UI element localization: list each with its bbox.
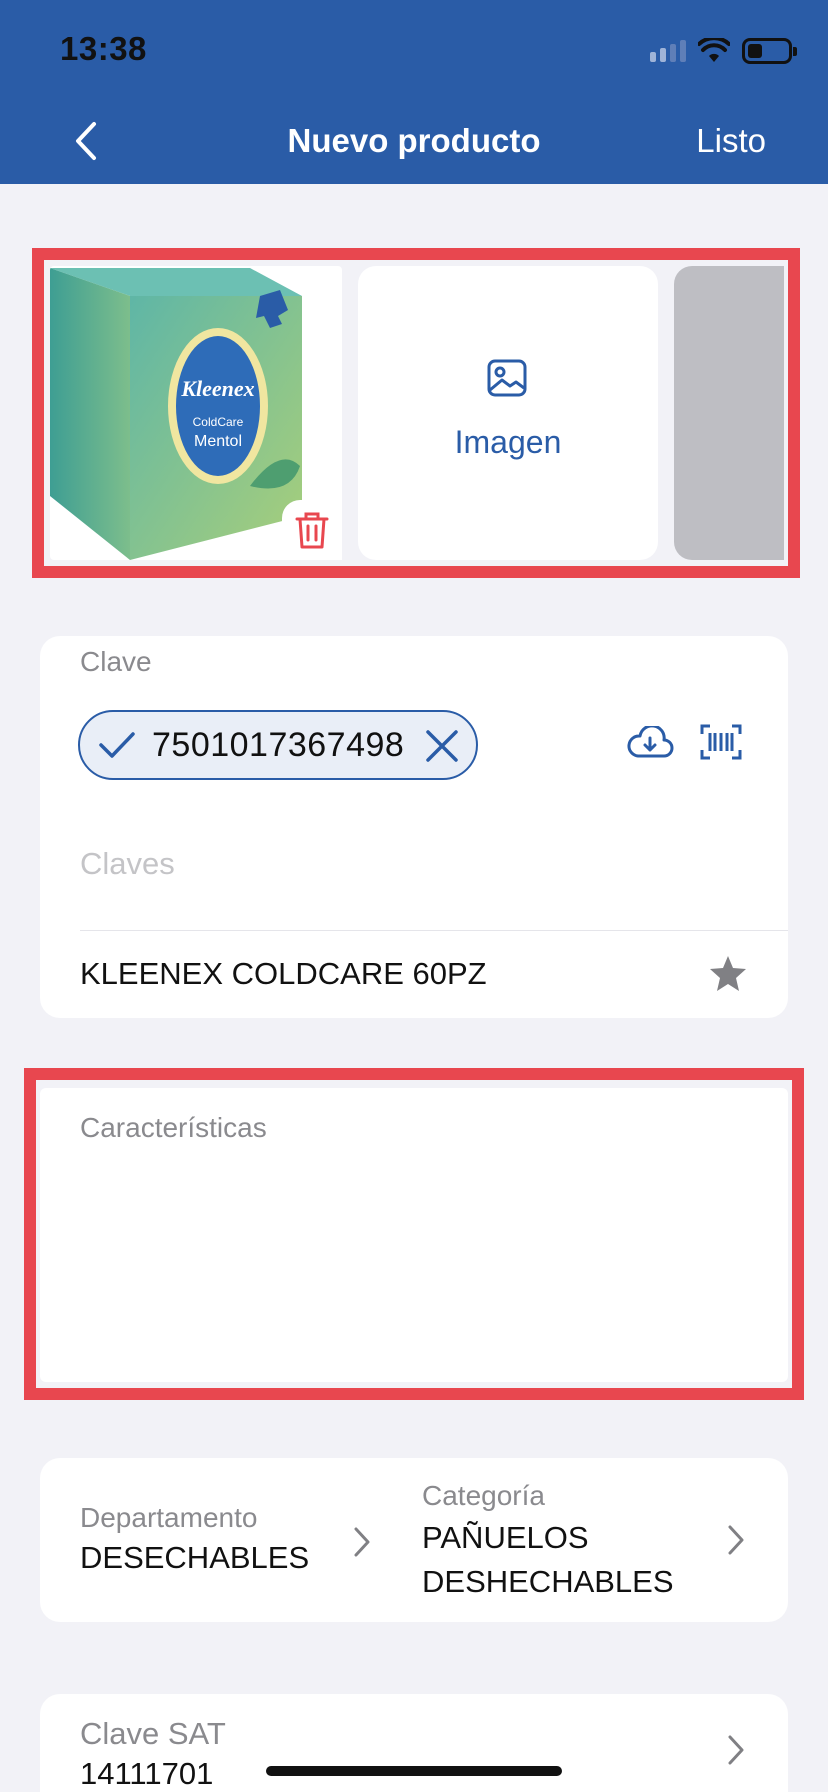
divider bbox=[80, 930, 788, 931]
clave-sat-label: Clave SAT bbox=[80, 1716, 226, 1751]
star-icon[interactable] bbox=[708, 954, 748, 992]
categoria-value[interactable]: PAÑUELOS DESHECHABLES bbox=[422, 1516, 712, 1604]
clave-label: Clave bbox=[80, 646, 152, 677]
chevron-right-icon[interactable] bbox=[726, 1734, 746, 1766]
clave-sat-card[interactable]: Clave SAT 14111701 bbox=[40, 1694, 788, 1792]
cellular-signal-icon bbox=[650, 40, 686, 62]
caracteristicas-highlight bbox=[24, 1068, 804, 1400]
chevron-right-icon[interactable] bbox=[726, 1524, 746, 1556]
claves-input[interactable]: Claves bbox=[80, 846, 175, 882]
department-category-card: Departamento DESECHABLES Categoría PAÑUE… bbox=[40, 1458, 788, 1622]
wifi-icon bbox=[698, 38, 730, 62]
image-strip-highlight bbox=[32, 248, 800, 578]
barcode-scan-icon[interactable] bbox=[700, 724, 742, 760]
done-button[interactable]: Listo bbox=[696, 122, 766, 160]
close-icon[interactable] bbox=[424, 728, 460, 764]
status-time: 13:38 bbox=[60, 30, 147, 67]
checkmark-icon bbox=[99, 732, 135, 758]
navigation-bar: 13:38 Nuevo producto Listo bbox=[0, 0, 828, 184]
clave-sat-value: 14111701 bbox=[80, 1756, 214, 1791]
home-indicator bbox=[266, 1766, 562, 1776]
clave-card: Clave 7501017367498 Claves KLEENEX COLDC… bbox=[40, 636, 788, 1018]
chevron-right-icon[interactable] bbox=[352, 1526, 372, 1558]
battery-icon bbox=[742, 38, 797, 64]
cloud-download-icon[interactable] bbox=[626, 726, 674, 760]
departamento-label: Departamento bbox=[80, 1502, 258, 1533]
barcode-chip[interactable]: 7501017367498 bbox=[78, 710, 478, 780]
barcode-value: 7501017367498 bbox=[152, 725, 405, 764]
departamento-value[interactable]: DESECHABLES bbox=[80, 1540, 309, 1576]
product-name-field[interactable]: KLEENEX COLDCARE 60PZ bbox=[80, 956, 487, 992]
categoria-label: Categoría bbox=[422, 1480, 545, 1511]
status-icons bbox=[650, 36, 797, 66]
